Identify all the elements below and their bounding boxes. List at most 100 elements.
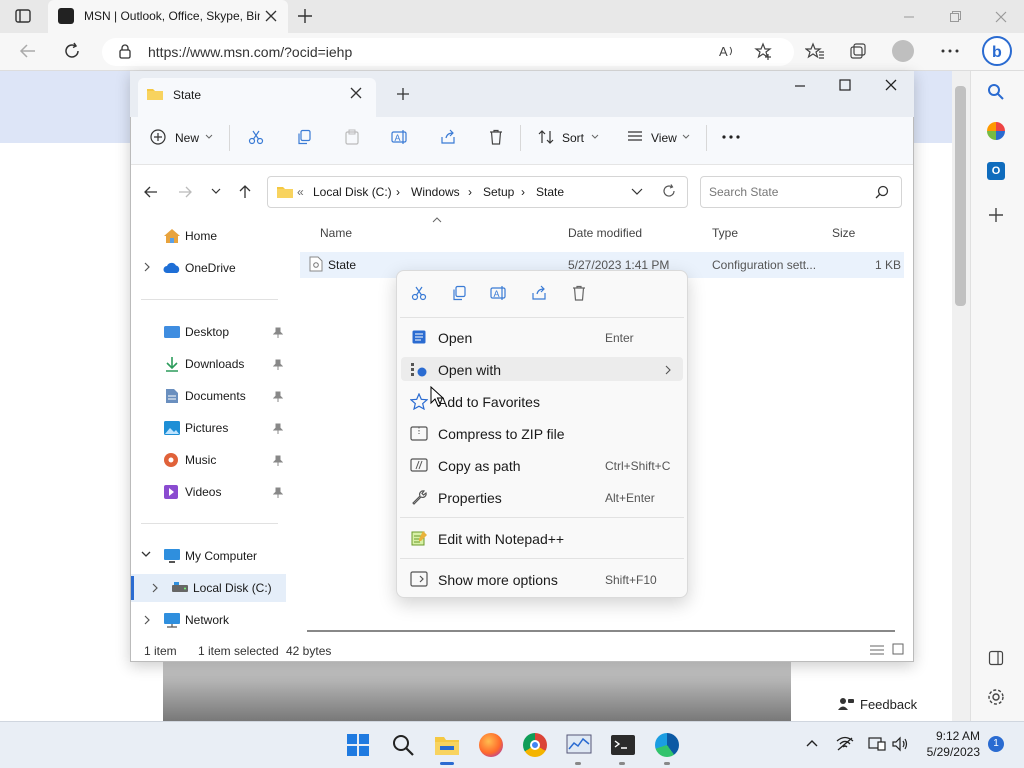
taskbar-clock-date[interactable]: 5/29/2023 [918,745,980,759]
onedrive-expand-chevron-icon[interactable] [143,262,151,272]
window-minimize-icon[interactable] [902,10,916,24]
bing-copilot-icon[interactable]: b [982,36,1012,66]
breadcrumb-overflow[interactable]: « [297,185,304,199]
back-icon[interactable] [18,42,38,60]
pin-icon[interactable] [273,455,283,466]
context-item-open-with[interactable]: Open with [438,362,501,378]
context-item-show-more-options[interactable]: Show more options [438,572,558,588]
new-chevron-down-icon[interactable] [205,134,213,140]
collections-icon[interactable] [849,42,867,60]
sort-icon[interactable] [538,129,554,145]
column-header-size[interactable]: Size [832,226,855,240]
sidebar-outlook-icon[interactable]: O [987,162,1005,180]
nav-item-videos[interactable]: Videos [185,485,221,499]
column-header-date[interactable]: Date modified [568,226,642,240]
column-header-name[interactable]: Name [320,226,352,240]
tiles-view-icon[interactable] [892,643,904,655]
breadcrumb-local-disk[interactable]: Local Disk (C:) [313,185,392,199]
local-disk-expand-chevron-icon[interactable] [151,583,159,593]
explorer-close-icon[interactable] [884,78,898,92]
lock-icon[interactable] [118,43,132,59]
my-computer-collapse-chevron-icon[interactable] [141,551,151,559]
file-list-scrollbar[interactable] [307,630,895,632]
nav-item-network[interactable]: Network [185,613,229,627]
context-delete-icon[interactable] [571,285,587,301]
taskbar-clock-time[interactable]: 9:12 AM [928,729,980,743]
sidebar-search-icon[interactable] [987,83,1005,101]
delete-icon[interactable] [488,129,504,145]
more-options-icon[interactable] [940,44,960,58]
recent-locations-chevron-icon[interactable] [211,188,221,196]
tray-volume-icon[interactable] [892,736,910,752]
context-rename-icon[interactable]: A [490,285,508,301]
taskbar-terminal-icon[interactable] [610,734,636,756]
file-name[interactable]: State [328,258,356,272]
new-tab-icon[interactable] [296,7,314,25]
copy-icon[interactable] [296,129,312,145]
taskbar-firefox-icon[interactable] [479,733,503,757]
nav-item-documents[interactable]: Documents [185,389,246,403]
taskbar-file-explorer-icon[interactable] [434,733,460,757]
explorer-new-tab-icon[interactable] [396,87,410,101]
read-aloud-icon[interactable]: A [718,43,736,59]
notification-count-badge[interactable]: 1 [988,736,1004,752]
cut-icon[interactable] [248,129,264,145]
window-close-icon[interactable] [994,10,1008,24]
tray-network-icon[interactable] [836,736,854,752]
page-scroll-thumb[interactable] [955,86,966,306]
sidebar-add-icon[interactable] [988,207,1004,223]
nav-item-music[interactable]: Music [185,453,216,467]
news-car-image[interactable] [163,662,791,722]
new-button[interactable]: New [175,131,199,145]
sort-chevron-down-icon[interactable] [591,134,599,140]
paste-icon[interactable] [344,129,360,145]
nav-forward-icon[interactable] [177,184,193,200]
pin-icon[interactable] [273,327,283,338]
close-tab-icon[interactable] [264,9,278,23]
view-icon[interactable] [627,130,643,144]
nav-item-downloads[interactable]: Downloads [185,357,244,371]
sidebar-office-icon[interactable] [987,122,1005,140]
sidebar-toggle-icon[interactable] [988,650,1004,666]
explorer-minimize-icon[interactable] [793,79,807,93]
context-item-compress-zip[interactable]: Compress to ZIP file [438,426,565,442]
context-item-open[interactable]: Open [438,330,472,346]
details-view-icon[interactable] [869,644,885,656]
start-windows-icon[interactable] [346,733,370,757]
context-cut-icon[interactable] [411,285,427,301]
new-plus-icon[interactable] [150,129,166,145]
tray-overflow-chevron-icon[interactable] [806,739,818,747]
breadcrumb-setup[interactable]: Setup [483,185,514,199]
url-text[interactable]: https://www.msn.com/?ocid=iehp [148,44,352,60]
network-expand-chevron-icon[interactable] [143,615,151,625]
address-dropdown-chevron-icon[interactable] [631,188,643,196]
pin-icon[interactable] [273,391,283,402]
column-header-type[interactable]: Type [712,226,738,240]
context-share-icon[interactable] [531,285,547,301]
add-favorite-icon[interactable] [754,42,774,60]
nav-item-onedrive[interactable]: OneDrive [185,261,236,275]
explorer-close-tab-icon[interactable] [350,87,362,99]
view-button[interactable]: View [651,131,677,145]
share-icon[interactable] [440,129,456,145]
taskbar-chrome-icon[interactable] [523,733,547,757]
favorites-icon[interactable] [805,42,825,60]
pin-icon[interactable] [273,359,283,370]
nav-item-home[interactable]: Home [185,229,217,243]
breadcrumb-windows[interactable]: Windows [411,185,460,199]
taskbar-search-icon[interactable] [391,733,415,757]
rename-icon[interactable]: A [391,129,409,145]
nav-item-my-computer[interactable]: My Computer [185,549,257,563]
tab-actions-icon[interactable] [14,7,32,25]
context-item-add-to-favorites[interactable]: Add to Favorites [438,394,540,410]
taskbar-edge-icon[interactable] [655,733,679,757]
nav-back-icon[interactable] [143,184,159,200]
context-item-edit-notepad[interactable]: Edit with Notepad++ [438,531,564,547]
tray-display-icon[interactable] [868,736,886,752]
breadcrumb-state[interactable]: State [536,185,564,199]
explorer-maximize-icon[interactable] [838,78,852,92]
context-item-copy-as-path[interactable]: Copy as path [438,458,521,474]
sidebar-settings-icon[interactable] [987,688,1005,706]
sort-button[interactable]: Sort [562,131,584,145]
nav-item-pictures[interactable]: Pictures [185,421,228,435]
